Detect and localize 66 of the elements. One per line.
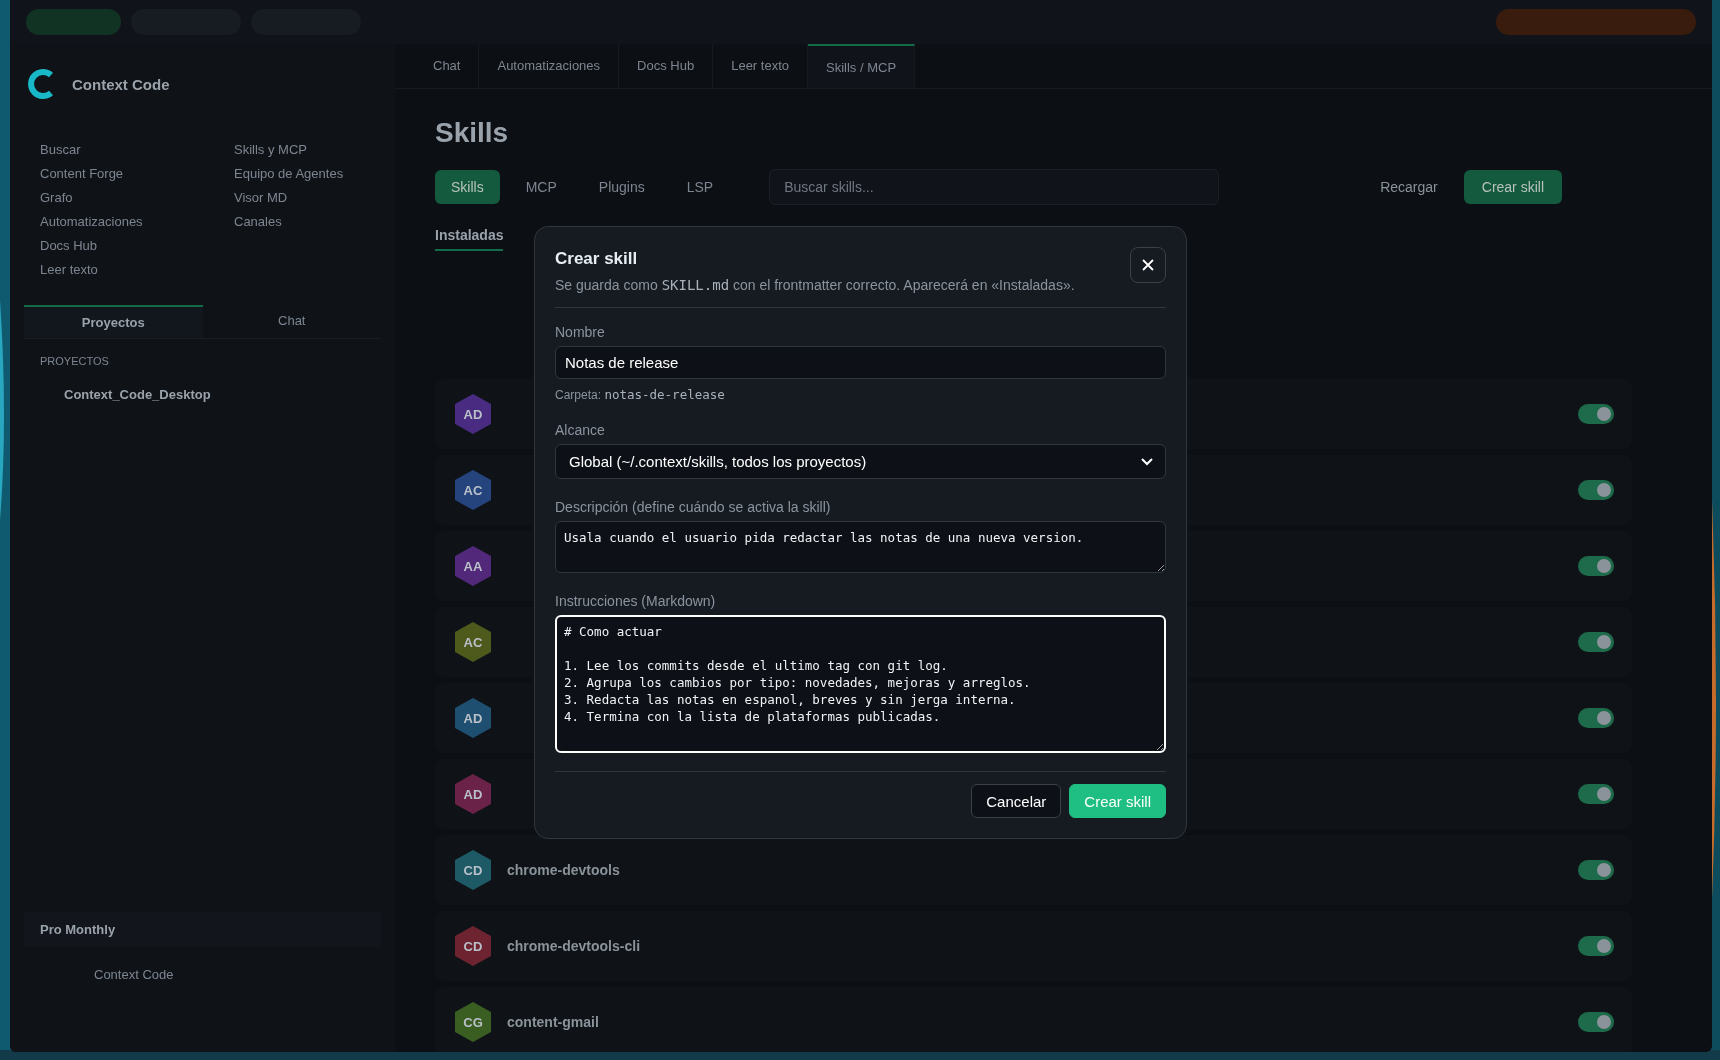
scope-dropdown[interactable]: Global (~/.context/skills, todos los proyectos) (555, 444, 1166, 479)
instructions-field[interactable]: # Como actuar 1. Lee los commits desde el ultimo tag con git log. 2. Agrupa los cambios por tipo: novedades, mejoras y arreglos. 3. Redacta las notas en espanol, breves y sin jerga interna. 4. Termina con la lista de plataformas publicadas. (555, 615, 1166, 753)
section-tab[interactable]: Plugins (582, 170, 661, 204)
avatar-badge: CD (453, 849, 493, 891)
footer-label: Context Code (94, 967, 174, 982)
search-field[interactable]: Buscar skills... (769, 169, 1220, 205)
editor-tab[interactable]: Docs Hub (619, 44, 714, 88)
close-icon (1141, 258, 1155, 272)
toggle-switch[interactable] (1578, 632, 1614, 652)
avatar-badge: AA (453, 545, 493, 587)
section-tab[interactable]: MCP (509, 170, 573, 204)
toggle-switch[interactable] (1578, 860, 1614, 880)
nav-item[interactable]: Skills y MCP (234, 142, 307, 157)
toggle-switch[interactable] (1578, 556, 1614, 576)
skill-name: content-gmail (507, 1014, 599, 1030)
field-label: Descripción (define cuándo se activa la skill) (555, 499, 832, 515)
nav-item[interactable]: Equipo de Agentes (234, 166, 344, 181)
toggle-switch[interactable] (1578, 936, 1614, 956)
avatar-badge: AD (453, 697, 493, 739)
cancel-button[interactable]: Cancelar (971, 784, 1062, 818)
nav-item[interactable]: Docs Hub (40, 238, 98, 253)
plan-label: Pro Monthly (24, 912, 381, 947)
field-label: Alcance (555, 422, 606, 438)
toggle-switch[interactable] (1578, 480, 1614, 500)
nav-item[interactable]: Leer texto (40, 262, 98, 277)
page-title: Skills (435, 117, 509, 149)
avatar-badge: AD (453, 393, 493, 435)
create-button[interactable]: Crear skill (1463, 170, 1562, 204)
section-tab[interactable]: LSP (670, 170, 730, 204)
section-tab[interactable]: Skills (435, 170, 500, 204)
description-field[interactable]: Usala cuando el usuario pida redactar las notas de una nueva version. (555, 521, 1166, 573)
toggle-switch[interactable] (1578, 708, 1614, 728)
nav-item[interactable]: Buscar (40, 142, 81, 157)
panel-tab[interactable]: Chat (202, 305, 381, 338)
chevron-down-icon (1141, 457, 1153, 466)
dialog-subtitle: Se guarda como SKILL.md con el frontmatter correcto. Aparecerá en «Instaladas». (555, 277, 1075, 293)
field-label: Instrucciones (Markdown) (555, 593, 717, 609)
toggle-switch[interactable] (1578, 1012, 1614, 1032)
section-header: PROYECTOS (40, 355, 109, 367)
nav-item[interactable]: Content Forge (40, 166, 124, 181)
app-title: Context Code (72, 75, 170, 93)
reload-button[interactable]: Recargar (1364, 170, 1454, 204)
toggle-switch[interactable] (1578, 404, 1614, 424)
nav-item[interactable]: Automatizaciones (40, 214, 143, 229)
avatar-badge: AC (453, 621, 493, 663)
nav-item[interactable]: Grafo (40, 190, 73, 205)
avatar-badge: CD (453, 925, 493, 967)
dialog-title: Crear skill (555, 249, 639, 269)
avatar-badge: CG (453, 1001, 493, 1043)
editor-tab[interactable]: Automatizaciones (479, 44, 620, 88)
name-field[interactable]: Notas de release (555, 346, 1166, 379)
nav-item[interactable]: Visor MD (234, 190, 288, 205)
editor-tab[interactable]: Skills / MCP (808, 44, 916, 88)
close-button[interactable] (1130, 247, 1166, 283)
avatar-badge: AC (453, 469, 493, 511)
skill-name: chrome-devtools-cli (507, 938, 641, 954)
editor-tab[interactable]: Chat (415, 44, 480, 88)
sub-tab[interactable]: Instaladas (435, 221, 504, 251)
avatar-badge: AD (453, 773, 493, 815)
field-label: Nombre (555, 324, 606, 340)
nav-item[interactable]: Canales (234, 214, 282, 229)
skill-name: chrome-devtools (507, 862, 620, 878)
panel-tab[interactable]: Proyectos (24, 305, 203, 338)
project-item[interactable]: Context_Code_Desktop (64, 387, 211, 402)
folder-hint: Carpeta: notas-de-release (555, 387, 726, 402)
toggle-switch[interactable] (1578, 784, 1614, 804)
